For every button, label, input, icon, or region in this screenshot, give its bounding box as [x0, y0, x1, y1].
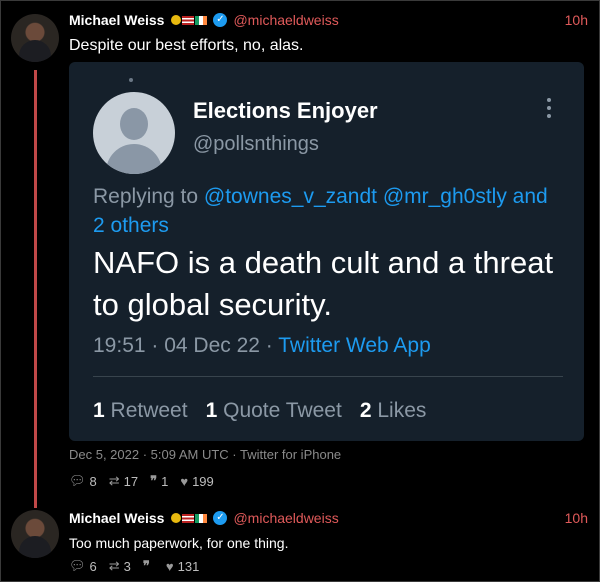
tweet-meta[interactable]: Dec 5, 2022 · 5:09 AM UTC · Twitter for … — [69, 447, 341, 462]
quote-icon: ❞ — [150, 473, 158, 488]
tweet-actions: 💬︎ 8 ⇄ 17 ❞ 1 ♥ 199 — [69, 473, 214, 489]
ireland-flag-icon — [195, 513, 208, 523]
author-handle[interactable]: @michaeldweiss — [233, 510, 338, 526]
ireland-flag-icon — [195, 15, 208, 25]
verified-icon: ✓ — [213, 13, 228, 27]
us-flag-icon — [182, 15, 195, 25]
reply-icon: 💬︎ — [69, 558, 86, 573]
sunflower-icon — [171, 15, 182, 25]
flag-icons — [171, 15, 208, 25]
quote-button[interactable]: ❞ 1 — [150, 473, 168, 489]
reply-button[interactable]: 💬︎ 6 — [69, 558, 97, 574]
embed-tweet-text: NAFO is a death cult and a threat to glo… — [93, 245, 554, 322]
tweet-text: Despite our best efforts, no, alas. — [69, 37, 304, 54]
avatar[interactable] — [11, 14, 59, 62]
embed-stats: 1 Retweet 1 Quote Tweet 2 Likes — [93, 399, 426, 423]
quote-icon: ❞ — [142, 558, 150, 573]
retweet-icon: ⇄ — [108, 473, 120, 488]
retweet-button[interactable]: ⇄ 17 — [109, 473, 138, 489]
author-handle[interactable]: @michaeldweiss — [233, 12, 338, 28]
embed-quotes: 1 Quote Tweet — [205, 399, 342, 422]
reply-button[interactable]: 💬︎ 8 — [69, 473, 97, 489]
author-name[interactable]: Michael Weiss — [69, 12, 164, 28]
more-options-icon — [547, 98, 553, 122]
tweet-time[interactable]: 10h — [565, 12, 588, 28]
like-button[interactable]: ♥ 199 — [180, 474, 213, 489]
divider — [93, 376, 563, 377]
like-button[interactable]: ♥ 131 — [166, 559, 199, 574]
flag-icons — [171, 513, 208, 523]
tweet-text: Too much paperwork, for one thing. — [69, 535, 289, 551]
thread-line — [34, 70, 37, 508]
embed-source: Twitter Web App — [278, 334, 431, 357]
us-flag-icon — [182, 513, 195, 523]
embed-author-handle: @pollsnthings — [193, 133, 319, 155]
tweet-time[interactable]: 10h — [565, 510, 588, 526]
divider-dot — [129, 78, 133, 82]
reply-icon: 💬︎ — [69, 473, 86, 488]
embed-time: 19:51 · 04 Dec 22 · — [93, 334, 279, 357]
default-avatar-icon — [93, 92, 175, 174]
tweet-header: Michael Weiss ✓ @michaeldweiss — [69, 510, 339, 526]
sunflower-icon — [171, 513, 182, 523]
author-name[interactable]: Michael Weiss — [69, 510, 164, 526]
tweet-header: Michael Weiss ✓ @michaeldweiss — [69, 12, 339, 28]
embed-replying-to: Replying to @townes_v_zandt @mr_gh0stly … — [93, 182, 563, 240]
heart-icon: ♥ — [165, 558, 174, 574]
embedded-tweet-image[interactable]: Elections Enjoyer @pollsnthings Replying… — [69, 62, 584, 441]
retweet-button[interactable]: ⇄ 3 — [109, 558, 131, 574]
embed-likes: 2 Likes — [359, 399, 427, 422]
tweet-actions: 💬︎ 6 ⇄ 3 ❞ ♥ 131 — [69, 558, 199, 574]
embed-timestamp: 19:51 · 04 Dec 22 · Twitter Web App — [93, 334, 431, 358]
quote-button[interactable]: ❞ — [143, 558, 154, 574]
embed-author-name: Elections Enjoyer — [193, 98, 378, 123]
avatar[interactable] — [11, 510, 59, 558]
retweet-icon: ⇄ — [108, 558, 120, 573]
replying-prefix: Replying to — [93, 185, 204, 208]
embed-retweets: 1 Retweet — [93, 399, 188, 422]
heart-icon: ♥ — [180, 473, 189, 489]
verified-icon: ✓ — [213, 511, 228, 525]
